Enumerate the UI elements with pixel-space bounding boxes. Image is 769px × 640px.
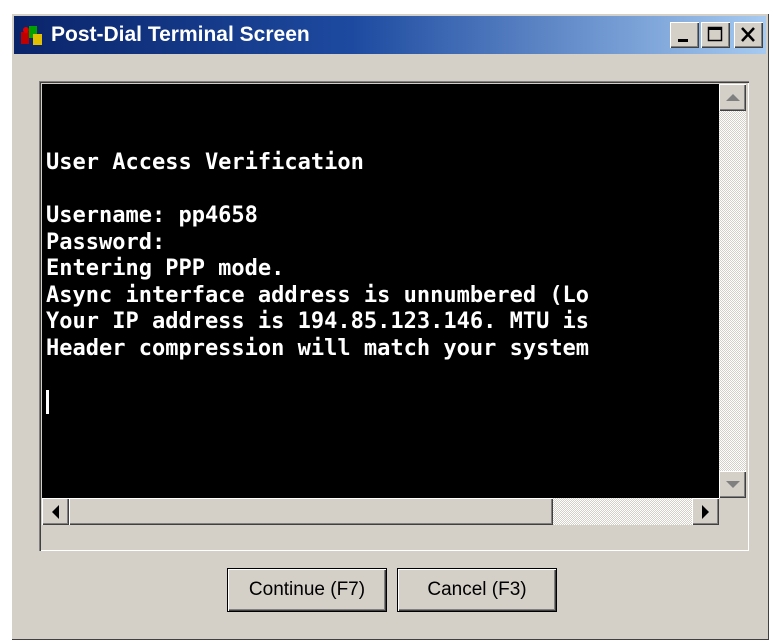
continue-button[interactable]: Continue (F7): [227, 568, 387, 612]
post-dial-terminal-window: Post-Dial Terminal Screen User Access Ve…: [11, 13, 769, 640]
terminal-line: Your IP address is 194.85.123.146. MTU i…: [46, 309, 590, 334]
scroll-down-button[interactable]: [719, 471, 746, 498]
maximize-icon: [707, 26, 723, 42]
scroll-right-button[interactable]: [692, 498, 719, 525]
minimize-button[interactable]: [670, 22, 699, 48]
dial-up-icon: [19, 22, 45, 48]
terminal-line: Username: pp4658: [46, 203, 258, 228]
window-title: Post-Dial Terminal Screen: [51, 23, 310, 46]
arrow-left-icon: [52, 504, 59, 519]
close-button[interactable]: [734, 22, 763, 48]
arrow-down-icon: [725, 481, 740, 488]
horizontal-scroll-thumb[interactable]: [69, 498, 553, 525]
terminal-line: [46, 389, 719, 416]
terminal-line: Header compression will match your syste…: [46, 335, 590, 361]
scroll-left-button[interactable]: [42, 498, 69, 525]
title-bar[interactable]: Post-Dial Terminal Screen: [14, 16, 766, 54]
cancel-button[interactable]: Cancel (F3): [397, 568, 557, 612]
terminal-output[interactable]: User Access Verification Username: pp465…: [42, 84, 719, 498]
vertical-scrollbar[interactable]: [719, 84, 746, 498]
scroll-up-button[interactable]: [719, 84, 746, 111]
arrow-right-icon: [702, 504, 709, 519]
terminal-line: User Access Verification: [46, 150, 364, 175]
arrow-up-icon: [725, 94, 740, 101]
terminal-frame: User Access Verification Username: pp465…: [39, 81, 749, 551]
maximize-button[interactable]: [701, 22, 730, 48]
terminal-line: Entering PPP mode.: [46, 256, 285, 281]
text-cursor: [46, 389, 49, 414]
minimize-icon: [678, 39, 688, 42]
terminal-line: Async interface address is unnumbered (L…: [46, 282, 590, 308]
scrollbar-corner: [719, 498, 746, 525]
terminal-line: Password:: [46, 229, 166, 255]
close-icon: [741, 27, 755, 42]
horizontal-scrollbar[interactable]: [42, 498, 719, 525]
